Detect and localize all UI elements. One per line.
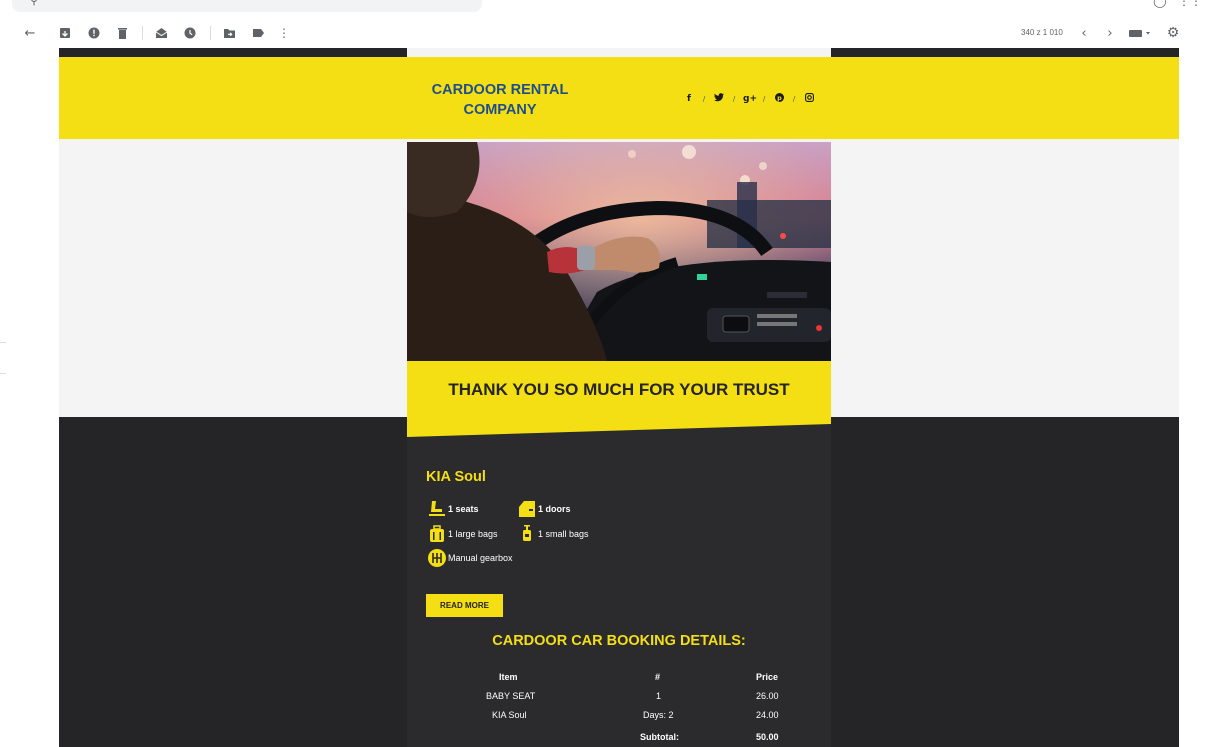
- archive-button[interactable]: [56, 24, 74, 42]
- twitter-icon[interactable]: [713, 93, 725, 105]
- back-button[interactable]: ←: [21, 24, 39, 42]
- chevron-left-icon: ‹: [1081, 25, 1087, 41]
- separator: /: [702, 95, 706, 103]
- apps-icon[interactable]: ⋮⋮: [1178, 0, 1202, 8]
- table-cell-price: 24.00: [756, 710, 779, 720]
- table-cell-qty: 1: [656, 691, 662, 701]
- label-icon: [252, 29, 264, 37]
- vertical-dots-icon: ⋮: [278, 26, 290, 40]
- mail-open-icon: [155, 28, 167, 38]
- clock-icon: [184, 27, 196, 39]
- feature-small-bags: 1 small bags: [516, 524, 589, 544]
- headline: THANK YOU SO MUCH FOR YOUR TRUST: [448, 380, 790, 399]
- separator: /: [792, 95, 796, 103]
- small-bags-text: 1 small bags: [538, 529, 589, 539]
- search-icon: ⚲: [30, 0, 39, 7]
- label-button[interactable]: [249, 24, 267, 42]
- input-tools-button[interactable]: [1128, 24, 1152, 42]
- delete-button[interactable]: [113, 24, 131, 42]
- table-header-price: Price: [756, 672, 779, 682]
- gearbox-icon: [426, 548, 448, 568]
- settings-button[interactable]: ⚙: [1164, 24, 1182, 42]
- help-icon[interactable]: ◯: [1153, 0, 1166, 8]
- yellow-wedge: [407, 417, 831, 437]
- mark-unread-button[interactable]: [152, 24, 170, 42]
- brand-name[interactable]: CARDOOR RENTAL COMPANY: [429, 80, 571, 120]
- social-links: f / / g+ / p /: [683, 93, 815, 105]
- more-button[interactable]: ⋮: [275, 24, 293, 42]
- facebook-icon[interactable]: f: [683, 94, 695, 104]
- email-body: CARDOOR RENTAL COMPANY f / / g+ / p / TH…: [59, 48, 1179, 747]
- doors-text: 1 doors: [538, 504, 571, 514]
- feature-large-bags: 1 large bags: [426, 524, 498, 544]
- arrow-left-icon: ←: [24, 25, 36, 41]
- hero-image: [407, 142, 831, 361]
- dark-band: [59, 48, 407, 57]
- car-name[interactable]: KIA Soul: [426, 469, 486, 485]
- small-bag-icon: [516, 524, 538, 544]
- divider: [0, 373, 6, 374]
- booking-title: CARDOOR CAR BOOKING DETAILS:: [492, 633, 746, 649]
- page-count: 340 z 1 010: [1021, 28, 1063, 37]
- snooze-button[interactable]: [181, 24, 199, 42]
- feature-gearbox: Manual gearbox: [426, 548, 513, 568]
- table-cell-item: KIA Soul: [492, 710, 527, 720]
- seats-text: 1 seats: [448, 504, 479, 514]
- table-cell-qty: Days: 2: [643, 710, 674, 720]
- move-to-button[interactable]: [220, 24, 238, 42]
- read-more-button[interactable]: READ MORE: [426, 594, 503, 617]
- newer-button[interactable]: ‹: [1075, 24, 1093, 42]
- svg-text:p: p: [777, 94, 782, 102]
- table-header-qty: #: [655, 672, 661, 682]
- separator: /: [732, 95, 736, 103]
- luggage-icon: [426, 524, 448, 544]
- door-icon: [516, 499, 538, 519]
- pinterest-icon[interactable]: p: [773, 93, 785, 105]
- chevron-right-icon: ›: [1107, 25, 1113, 41]
- gear-icon: ⚙: [1166, 25, 1180, 41]
- subtotal-label: Subtotal:: [640, 732, 679, 742]
- instagram-icon[interactable]: [803, 93, 815, 105]
- folder-move-icon: [223, 28, 235, 38]
- divider: [0, 342, 6, 343]
- older-button[interactable]: ›: [1101, 24, 1119, 42]
- top-right-icons: ◯ ⋮⋮: [1153, 0, 1202, 8]
- table-cell-price: 26.00: [756, 691, 779, 701]
- top-bar: ⚲ ◯ ⋮⋮: [0, 0, 1208, 18]
- report-spam-icon: [88, 27, 100, 39]
- feature-seats: 1 seats: [426, 499, 479, 519]
- separator: /: [762, 95, 766, 103]
- toolbar-divider: [210, 26, 211, 40]
- google-plus-icon[interactable]: g+: [743, 94, 757, 104]
- large-bags-text: 1 large bags: [448, 529, 498, 539]
- keyboard-icon: [1129, 30, 1150, 37]
- feature-doors: 1 doors: [516, 499, 571, 519]
- message-toolbar: ← ⋮ 340 z 1 010 ‹ › ⚙: [0, 18, 1208, 48]
- email-header: CARDOOR RENTAL COMPANY f / / g+ / p /: [59, 57, 1179, 139]
- search-input[interactable]: ⚲: [12, 0, 482, 12]
- toolbar-divider: [142, 26, 143, 40]
- table-cell-item: BABY SEAT: [486, 691, 536, 701]
- archive-icon: [60, 28, 70, 38]
- dark-band: [831, 48, 1179, 57]
- report-spam-button[interactable]: [85, 24, 103, 42]
- subtotal-value: 50.00: [756, 732, 779, 742]
- trash-icon: [117, 28, 127, 39]
- table-header-item: Item: [499, 672, 518, 682]
- seat-icon: [426, 499, 448, 519]
- gearbox-text: Manual gearbox: [448, 553, 513, 563]
